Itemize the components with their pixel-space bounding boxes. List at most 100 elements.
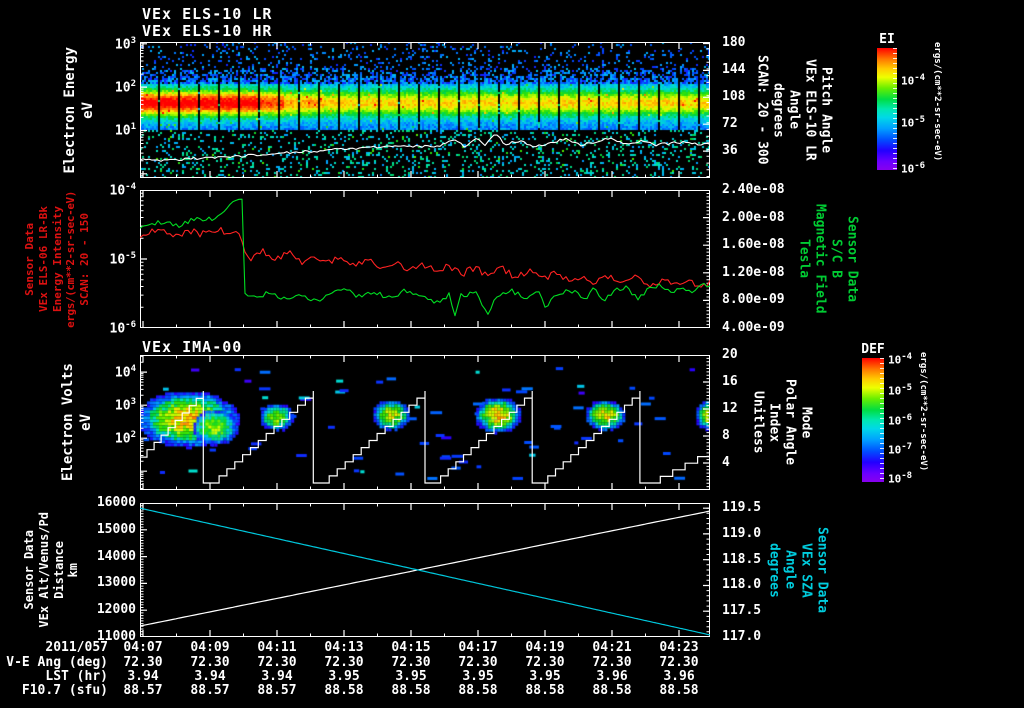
table-value: 72.30 <box>458 655 498 670</box>
time-tick-label: 04:11 <box>257 640 297 655</box>
def-colorbar-unit: ergs/(cm**2-sr-sec-eV) <box>918 352 928 472</box>
els-right-axis-label: SCAN: 20 - 300 degrees Angle VEx ELS-10 LR P… <box>752 40 834 180</box>
ima-right-tick-label: 8 <box>722 428 730 443</box>
table-value: 3.95 <box>328 669 360 684</box>
mag-right-tick-label: 2.00e-08 <box>722 209 785 225</box>
ei-colorbar-tick-label: 10-6 <box>901 160 926 176</box>
table-row-label: F10.7 (sfu) <box>21 683 108 698</box>
def-colorbar <box>862 358 884 482</box>
mag-right-tick-label: 2.40e-08 <box>722 182 785 197</box>
def-colorbar-tick-label: 10-8 <box>888 471 913 486</box>
def-colorbar-title: DEF <box>861 342 885 357</box>
time-tick-label: 04:07 <box>123 640 163 655</box>
ima-left-axis-label-line: Electron Volts <box>60 363 77 482</box>
els-title-lr: VEx ELS-10 LR <box>142 5 273 23</box>
els-right-tick-label: 144 <box>722 62 746 78</box>
ima-right-tick-label: 12 <box>722 401 738 416</box>
table-value: 88.58 <box>324 683 364 698</box>
ima-right-axis-label-line: Polar Angle <box>782 379 798 466</box>
def-colorbar-tick-label: 10-7 <box>888 442 913 457</box>
ei-colorbar-ticks <box>893 48 897 170</box>
magnetic-field-axes <box>140 190 710 328</box>
time-tick-label: 04:15 <box>391 640 431 655</box>
orbit-panel-axes <box>140 503 710 637</box>
table-value: 88.58 <box>525 683 565 698</box>
els-right-axis-label-line: VEx ELS-10 LR <box>802 59 818 161</box>
ima-title: VEx IMA-00 <box>142 338 243 356</box>
table-value: 72.30 <box>324 655 364 670</box>
els-left-axis-label-line: Electron Energy <box>62 46 79 174</box>
time-tick-label: 04:19 <box>525 640 565 655</box>
els-right-axis-label-line: Pitch Angle <box>818 66 834 154</box>
ima-right-axis-label-line: Unitless <box>750 391 766 454</box>
mag-right-tick-label: 4.00e-09 <box>722 320 785 335</box>
table-value: 72.30 <box>525 655 565 670</box>
def-colorbar-tick-label: 10-4 <box>888 352 913 367</box>
table-value: 3.96 <box>596 669 628 684</box>
def-colorbar-tick-label: 10-5 <box>888 382 913 398</box>
ei-colorbar <box>877 48 897 170</box>
els-spectrogram-panel <box>140 42 710 178</box>
orb-left-axis-label: Sensor Data VEx Alt/Venus/Pd Distance km <box>22 503 82 637</box>
ima-spectrogram-panel <box>140 355 710 490</box>
ima-right-axis-label-line: Index <box>766 402 782 443</box>
table-value: 3.95 <box>529 669 561 684</box>
orb-right-axis-label-line: degrees <box>766 542 782 598</box>
time-tick-label: 04:17 <box>458 640 498 655</box>
orb-left-axis-label-line: Distance <box>51 541 66 599</box>
orbit-panel <box>140 503 710 637</box>
orb-left-axis-label-line: km <box>66 562 81 578</box>
table-value: 72.30 <box>123 655 163 670</box>
mag-left-axis-label-line: Sensor Data <box>23 222 37 296</box>
ima-left-axis-label-line: eV <box>77 414 94 431</box>
els-right-axis-label-line: Angle <box>786 90 802 130</box>
ima-right-axis-label-line: Mode <box>798 406 814 439</box>
magnetic-field-panel <box>140 190 710 328</box>
mag-right-axis-label-line: Magnetic Field <box>812 204 828 314</box>
orb-left-axis-label-line: Sensor Data <box>21 530 36 610</box>
els-right-tick-label: 108 <box>722 89 746 105</box>
vex-summary-plot-page: VEx ELS-10 LR VEx ELS-10 HR VEx IMA-00 1… <box>0 0 1024 708</box>
table-value: 72.30 <box>257 655 297 670</box>
orb-right-tick-label: 119.0 <box>722 525 762 541</box>
table-value: 88.57 <box>190 683 230 698</box>
table-value: 88.58 <box>458 683 498 698</box>
els-panel-axes <box>140 42 710 178</box>
table-value: 88.58 <box>659 683 699 698</box>
time-tick-label: 04:21 <box>592 640 632 655</box>
ei-colorbar-unit: ergs/(cm**2-sr-sec-eV) <box>932 42 942 162</box>
mag-right-tick-label: 8.00e-09 <box>722 292 785 308</box>
table-value: 88.58 <box>391 683 431 698</box>
table-value: 88.57 <box>123 683 163 698</box>
els-right-axis-label-line: SCAN: 20 - 300 <box>754 55 770 165</box>
table-row-label: LST (hr) <box>45 669 108 684</box>
ima-right-tick-label: 20 <box>722 347 738 362</box>
els-title-hr: VEx ELS-10 HR <box>142 22 273 40</box>
table-value: 72.30 <box>190 655 230 670</box>
mag-right-axis-label-line: Tesla <box>796 239 812 279</box>
ima-right-axis-label: Unitless Index Polar Angle Mode <box>748 355 814 490</box>
def-colorbar-ticks <box>880 358 884 482</box>
table-value: 72.30 <box>659 655 699 670</box>
mag-right-tick-label: 1.60e-08 <box>722 237 785 253</box>
mag-left-axis-label-line: Energy Intensity <box>50 206 64 312</box>
orb-right-axis-label-line: Sensor Data <box>814 526 830 614</box>
orb-right-axis-label-line: VEx SZA <box>798 542 814 598</box>
orb-left-axis-label-line: VEx Alt/Venus/Pd <box>36 512 51 628</box>
mag-right-axis-label: Tesla Magnetic Field S/C B Sensor Data <box>796 190 860 328</box>
table-value: 3.96 <box>663 669 695 684</box>
els-right-tick-label: 36 <box>722 143 738 159</box>
orb-right-axis-label-line: Angle <box>782 550 798 590</box>
mag-left-axis-label-line: ergs/(cm**2-sr-sec-eV) <box>64 190 78 328</box>
els-right-tick-label: 72 <box>722 116 738 132</box>
orb-right-tick-label: 118.5 <box>722 551 762 567</box>
mag-right-tick-label: 1.20e-08 <box>722 264 785 280</box>
ei-colorbar-tick-label: 10-4 <box>901 72 926 88</box>
els-right-axis-label-line: degrees <box>770 82 786 138</box>
time-tick-label: 04:23 <box>659 640 699 655</box>
mag-left-axis-label-line: VEx ELS-06 LR-Bk <box>37 206 51 312</box>
date-label: 2011/057 <box>45 640 108 655</box>
ima-right-tick-label: 4 <box>722 455 730 470</box>
time-tick-label: 04:09 <box>190 640 230 655</box>
els-left-axis-label: Electron Energy eV <box>56 42 102 178</box>
